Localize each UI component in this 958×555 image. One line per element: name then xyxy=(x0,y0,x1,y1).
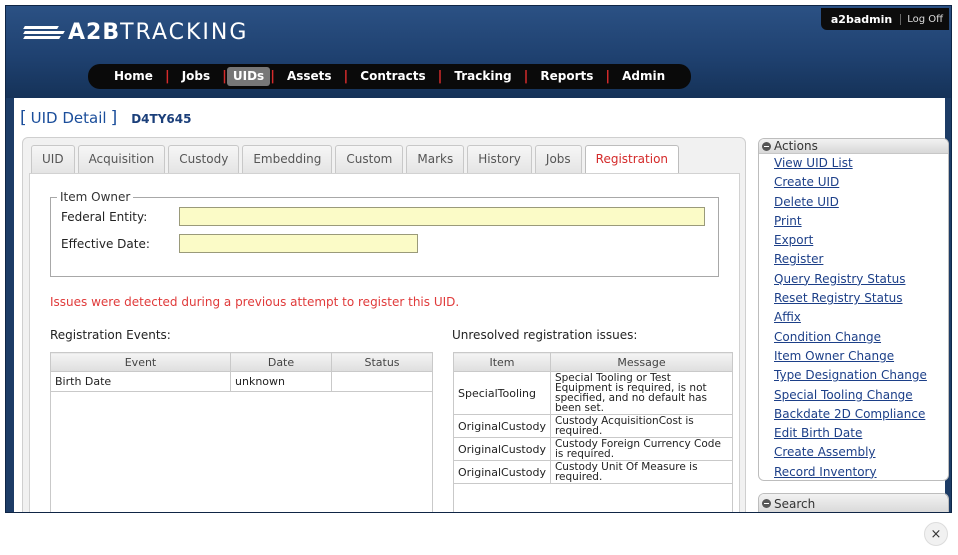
table-row[interactable]: OriginalCustody Custody Foreign Currency … xyxy=(454,437,732,461)
action-delete-uid[interactable]: Delete UID xyxy=(774,193,948,212)
collapse-icon xyxy=(762,141,771,151)
tab-custom[interactable]: Custom xyxy=(335,145,404,173)
tab-history[interactable]: History xyxy=(467,145,532,173)
nav-admin[interactable]: Admin xyxy=(610,67,677,86)
uid-value: D4TY645 xyxy=(131,112,192,126)
nav-home[interactable]: Home xyxy=(102,67,165,86)
effective-date-label: Effective Date: xyxy=(61,236,150,251)
tab-jobs[interactable]: Jobs xyxy=(534,145,582,173)
search-title: Search xyxy=(774,496,816,511)
issue-item-cell: OriginalCustody xyxy=(454,460,551,484)
issues-table-container: Item Message SpecialTooling Special Tooli… xyxy=(453,352,733,512)
table-row[interactable]: SpecialTooling Special Tooling or Test Eq… xyxy=(454,371,732,415)
action-special-tooling-change[interactable]: Special Tooling Change xyxy=(774,386,948,405)
header: A2BTRACKING a2badmin Log Off Home | Jobs | U… xyxy=(6,6,951,98)
actions-header[interactable]: Actions xyxy=(759,139,948,154)
issues-col-message[interactable]: Message xyxy=(549,353,732,372)
close-icon[interactable]: × xyxy=(924,522,948,546)
main-nav: Home | Jobs | UIDs | Assets | Contracts | Tracking… xyxy=(88,64,692,89)
nav-uids[interactable]: UIDs xyxy=(226,67,271,86)
action-export[interactable]: Export xyxy=(774,231,948,250)
action-create-assembly[interactable]: Create Assembly xyxy=(774,443,948,462)
issue-item-cell: SpecialTooling xyxy=(454,371,551,415)
action-item-owner-change[interactable]: Item Owner Change xyxy=(774,347,948,366)
action-create-uid[interactable]: Create UID xyxy=(774,173,948,192)
logo-swoosh-icon xyxy=(23,24,66,42)
action-type-designation-change[interactable]: Type Designation Change xyxy=(774,366,948,385)
issues-label: Unresolved registration issues: xyxy=(452,328,638,342)
logo: A2BTRACKING xyxy=(23,20,249,45)
issues-table: Item Message SpecialTooling Special Tooli… xyxy=(454,353,732,484)
tab-acquisition[interactable]: Acquisition xyxy=(77,145,166,173)
federal-entity-input[interactable] xyxy=(179,207,705,226)
table-row[interactable]: Birth Date unknown xyxy=(50,371,433,392)
issue-item-cell: OriginalCustody xyxy=(454,414,551,438)
logoff-link[interactable]: Log Off xyxy=(900,13,943,25)
action-condition-change[interactable]: Condition Change xyxy=(774,328,948,347)
events-table-container: Event Date Status Birth Date unknown xyxy=(50,352,433,512)
events-col-event[interactable]: Event xyxy=(50,352,231,372)
tab-strip: UID Acquisition Custody Embedding Custom Mark… xyxy=(31,145,682,174)
user-box: a2badmin Log Off xyxy=(820,8,949,30)
action-record-inventory[interactable]: Record Inventory xyxy=(774,463,948,480)
tab-uid[interactable]: UID xyxy=(31,145,75,173)
table-row[interactable]: OriginalCustody Custody AcquisitionCost i… xyxy=(454,414,732,438)
tab-custody[interactable]: Custody xyxy=(168,145,240,173)
events-cell xyxy=(331,371,433,392)
content: [ UID Detail ] D4TY645 UID Acquisition Cus… xyxy=(14,98,949,512)
action-query-registry-status[interactable]: Query Registry Status xyxy=(774,270,948,289)
issue-message-cell: Custody Foreign Currency Code is require… xyxy=(549,437,732,461)
tab-registration[interactable]: Registration xyxy=(584,145,680,174)
item-owner-legend: Item Owner xyxy=(60,190,131,204)
app-window: A2BTRACKING a2badmin Log Off Home | Jobs | U… xyxy=(5,5,952,513)
collapse-icon xyxy=(762,499,771,508)
events-cell: Birth Date xyxy=(50,371,231,392)
table-row[interactable]: OriginalCustody Custody Unit Of Measure i… xyxy=(454,460,732,484)
logo-text: A2BTRACKING xyxy=(68,20,249,45)
action-edit-birth-date[interactable]: Edit Birth Date xyxy=(774,424,948,443)
federal-entity-row: Federal Entity: xyxy=(61,207,705,226)
action-backdate-2d-compliance[interactable]: Backdate 2D Compliance xyxy=(774,405,948,424)
actions-title: Actions xyxy=(774,139,818,153)
issue-message-cell: Custody AcquisitionCost is required. xyxy=(549,414,732,438)
item-owner-group: Item Owner Federal Entity: Effective Dat… xyxy=(50,190,719,277)
events-col-date[interactable]: Date xyxy=(230,352,332,372)
page-title-text: UID Detail xyxy=(30,109,107,127)
events-table: Event Date Status Birth Date unknown xyxy=(50,352,433,392)
username: a2badmin xyxy=(830,12,893,26)
issue-message-cell: Special Tooling or Test Equipment is req… xyxy=(549,371,732,415)
events-cell: unknown xyxy=(230,371,332,392)
events-col-status[interactable]: Status xyxy=(331,352,433,372)
action-list: View UID List Create UID Delete UID Print Ex… xyxy=(759,154,948,480)
action-register[interactable]: Register xyxy=(774,250,948,269)
nav-reports[interactable]: Reports xyxy=(528,67,605,86)
issue-item-cell: OriginalCustody xyxy=(454,437,551,461)
search-panel: Search xyxy=(758,493,949,512)
nav-tracking[interactable]: Tracking xyxy=(442,67,523,86)
registration-tab-body: Item Owner Federal Entity: Effective Dat… xyxy=(29,173,740,512)
issue-message-cell: Custody Unit Of Measure is required. xyxy=(549,460,732,484)
tab-marks[interactable]: Marks xyxy=(406,145,465,173)
nav-jobs[interactable]: Jobs xyxy=(170,67,222,86)
page-title: [ UID Detail ] D4TY645 xyxy=(20,108,192,128)
federal-entity-label: Federal Entity: xyxy=(61,209,148,224)
tab-panel: UID Acquisition Custody Embedding Custom Mark… xyxy=(22,137,746,512)
effective-date-input[interactable] xyxy=(179,234,418,253)
action-view-uid-list[interactable]: View UID List xyxy=(774,154,948,173)
effective-date-row: Effective Date: xyxy=(61,234,418,253)
action-affix[interactable]: Affix xyxy=(774,308,948,327)
action-print[interactable]: Print xyxy=(774,212,948,231)
actions-panel: Actions View UID List Create UID Delete UI… xyxy=(758,138,949,481)
issues-col-item[interactable]: Item xyxy=(454,353,551,372)
registration-warning: Issues were detected during a previous a… xyxy=(50,295,460,309)
nav-contracts[interactable]: Contracts xyxy=(348,67,437,86)
nav-assets[interactable]: Assets xyxy=(275,67,344,86)
tab-embedding[interactable]: Embedding xyxy=(242,145,333,173)
events-label: Registration Events: xyxy=(50,328,171,342)
search-header[interactable]: Search xyxy=(759,494,948,512)
action-reset-registry-status[interactable]: Reset Registry Status xyxy=(774,289,948,308)
